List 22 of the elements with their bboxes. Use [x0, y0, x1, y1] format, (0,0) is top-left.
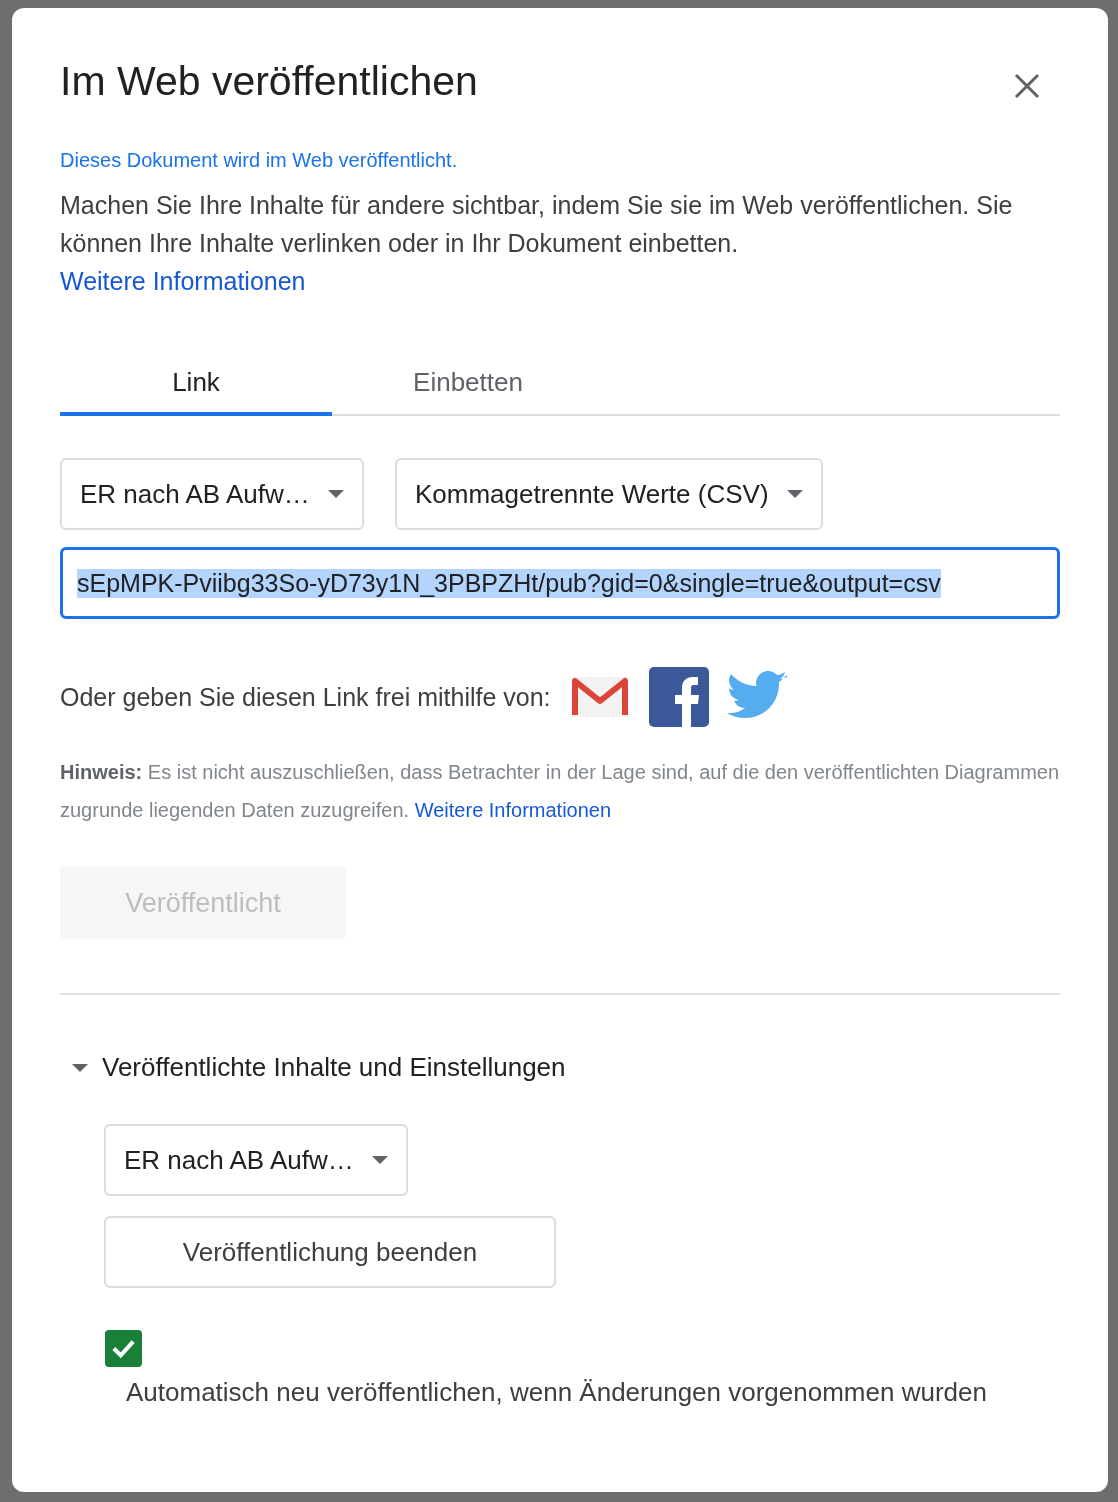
- dropdown[interactable]: ER nach AB Aufw…: [60, 458, 364, 530]
- facebook-icon[interactable]: [648, 667, 709, 727]
- dropdown[interactable]: ER nach AB Aufw…: [104, 1124, 408, 1196]
- description-text: Machen Sie Ihre Inhalte für andere sichtbar, indem Sie sie im Web veröffentlichen. Sie können Ihre Inhalte verlinken oder in Ihr Dokument einbetten.: [60, 190, 1014, 259]
- stop-publishing-button[interactable]: Veröffentlichung beenden: [104, 1216, 556, 1288]
- status-text: Dieses Dokument wird im Web veröffentlicht.: [60, 149, 458, 172]
- note-text: Hinweis: Es ist nicht auszuschließen, dass Betrachter in der Lage sind, auf die den veröffentlichten Diagrammen zugrunde liegenden Daten zuzugreifen. Weitere Informationen: [60, 760, 1060, 823]
- caret-icon: [371, 1155, 388, 1165]
- checkbox[interactable]: [105, 1330, 142, 1367]
- dropdown[interactable]: Kommagetrennte Werte (CSV): [395, 458, 823, 530]
- caret-icon: [327, 489, 344, 499]
- dialog-title: Im Web veröffentlichen: [60, 58, 478, 105]
- close-icon[interactable]: [1014, 72, 1040, 99]
- share-label: Oder geben Sie diesen Link frei mithilfe von:: [60, 682, 551, 712]
- tab[interactable]: Link: [60, 352, 332, 416]
- caret-icon: [786, 489, 803, 499]
- learn-more-link[interactable]: Weitere Informationen: [60, 262, 306, 300]
- section-toggle[interactable]: Veröffentlichte Inhalte und Einstellungen: [60, 1051, 572, 1084]
- learn-more-link[interactable]: Weitere Informationen: [414, 799, 612, 821]
- checkbox-label: Automatisch neu veröffentlichen, wenn Änderungen vorgenommen wurden: [126, 1377, 987, 1408]
- url-field[interactable]: sEpMPK-Pviibg33So-yD73y1N_3PBPZHt/pub?gid=0&single=true&output=csv: [60, 547, 1060, 619]
- tab[interactable]: Einbetten: [332, 352, 604, 416]
